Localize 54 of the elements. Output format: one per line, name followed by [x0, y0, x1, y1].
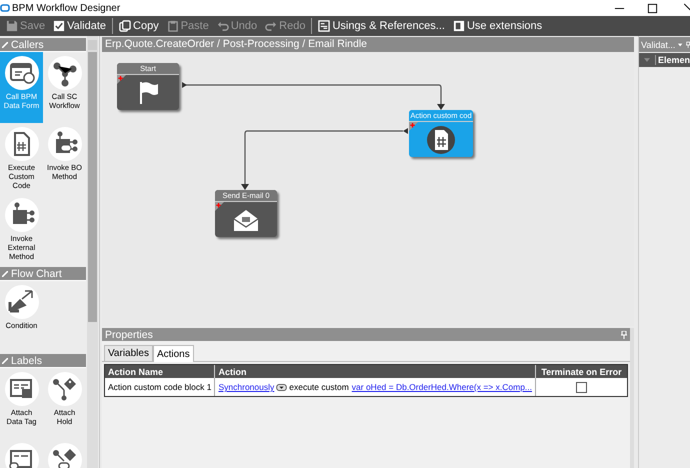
table-cell: Action custom code block 1 [105, 378, 215, 396]
mode-link[interactable]: Synchronously [218, 382, 274, 392]
code-file-icon [4, 127, 38, 161]
method-icon [4, 198, 38, 232]
checkbox[interactable] [576, 382, 587, 393]
scrollbar[interactable] [87, 36, 98, 468]
extensions-icon [452, 20, 465, 32]
undo-icon [216, 20, 229, 32]
column-header: Terminate on Error [536, 365, 627, 378]
toolbar-button[interactable]: Use extensions [448, 17, 546, 35]
column-header: Action [214, 365, 536, 378]
form-icon [4, 56, 38, 90]
scrollbar-thumb[interactable] [88, 52, 97, 322]
method-icon [48, 127, 82, 161]
code-link[interactable]: var oHed = Db.OrderHed.Where(x => x.Comp... [352, 382, 532, 392]
section-title: Flow Chart [11, 268, 62, 280]
panel-title: Properties [105, 328, 153, 340]
tag-icon [48, 372, 82, 406]
column-header: Action Name [105, 365, 215, 378]
toolbar-button[interactable]: Copy [115, 17, 163, 35]
tag-icon [48, 443, 82, 468]
toolbar-button[interactable]: Usings & References... [314, 17, 449, 35]
table-icon [4, 443, 38, 468]
tab[interactable]: Actions [152, 345, 194, 362]
app-icon [0, 3, 10, 13]
toolbar-button[interactable]: Validate [49, 17, 110, 35]
clipboard-icon [166, 20, 179, 32]
copy-icon [119, 20, 132, 32]
filter-icon[interactable] [644, 58, 650, 62]
floppy-icon [6, 20, 18, 32]
expander-icon[interactable] [2, 270, 8, 276]
network-icon [48, 56, 82, 90]
section-title: Labels [11, 354, 42, 366]
code-file-icon [424, 124, 458, 154]
redo-icon [265, 20, 278, 32]
pin-icon[interactable] [621, 330, 627, 338]
column-header: Elemen [654, 55, 690, 65]
table-icon [4, 372, 38, 406]
expander-icon[interactable] [2, 42, 8, 48]
tab[interactable]: Variables [104, 345, 153, 361]
action-text: execute custom [289, 382, 349, 392]
panel-title: Validat... [641, 40, 676, 50]
dropdown-icon[interactable] [276, 384, 288, 392]
add-icon[interactable] [117, 75, 126, 84]
maximize-icon[interactable] [647, 2, 658, 14]
diverging-arrows-icon [4, 285, 38, 319]
expander-icon[interactable] [2, 358, 8, 364]
add-icon[interactable] [215, 202, 224, 211]
references-icon [318, 20, 330, 32]
section-title: Callers [11, 38, 44, 50]
pin-icon[interactable] [686, 40, 690, 48]
checkbox-icon [53, 20, 66, 32]
window-title: BPM Workflow Designer [12, 2, 120, 14]
breadcrumb: Erp.Quote.CreateOrder / Post-Processing / Email Rindle [102, 37, 634, 52]
